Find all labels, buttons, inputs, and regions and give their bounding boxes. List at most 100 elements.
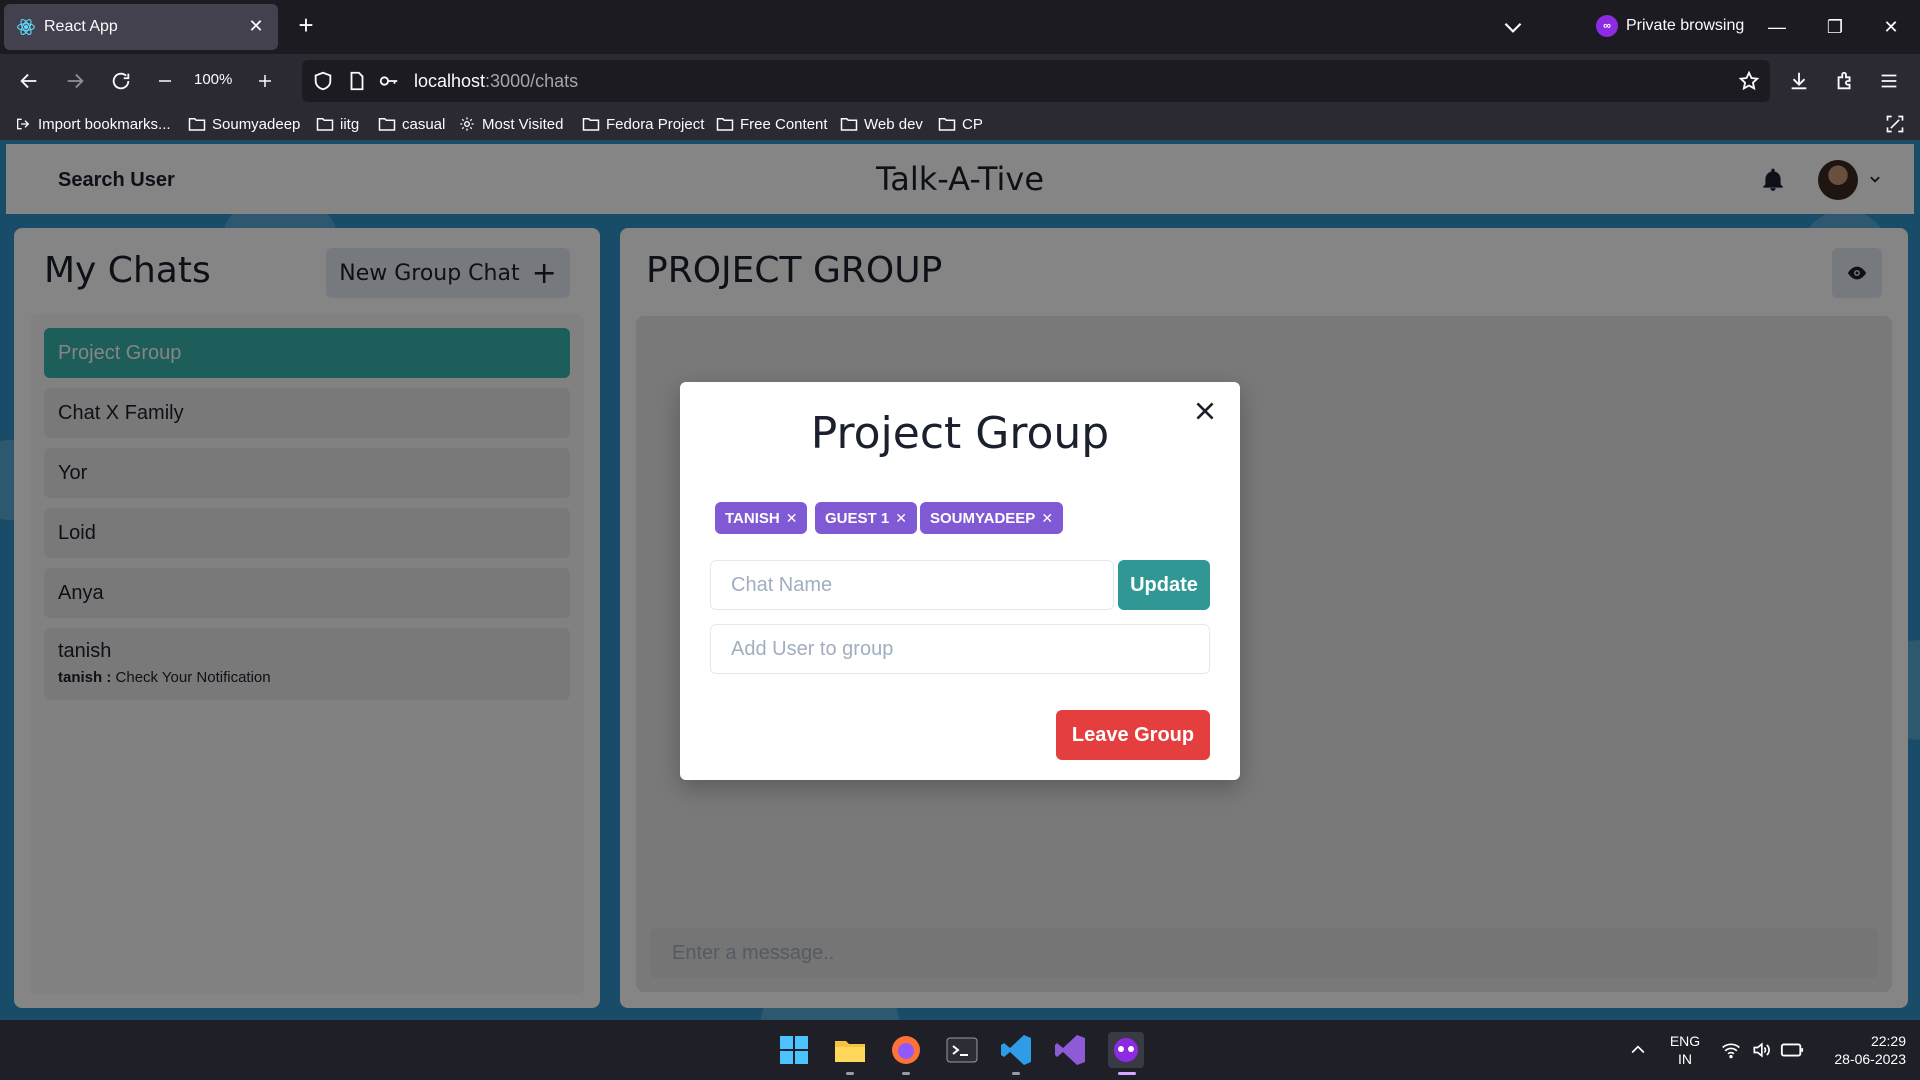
bookmark-label: Fedora Project	[606, 115, 705, 133]
firefox-private-icon[interactable]	[1108, 1032, 1144, 1068]
bookmarks-bar: Import bookmarks... Soumyadeep iitg casu…	[0, 108, 1920, 140]
browser-tabbar: React App ✕ + ∞ Private browsing — ❐ ✕	[0, 0, 1920, 54]
menu-button[interactable]	[1874, 66, 1904, 96]
zoom-in-button[interactable]	[250, 66, 280, 96]
folder-icon	[378, 118, 396, 131]
bookmark-folder[interactable]: CP	[938, 114, 983, 134]
remove-member-icon[interactable]: ✕	[786, 510, 798, 527]
active-indicator	[1118, 1072, 1136, 1075]
url-bar[interactable]: localhost:3000/chats	[302, 60, 1770, 102]
os-taskbar: ENG IN 22:29 28-06-2023	[0, 1020, 1920, 1080]
private-mask-icon: ∞	[1596, 15, 1618, 37]
bookmark-label: CP	[962, 115, 983, 133]
running-indicator	[1012, 1072, 1020, 1075]
back-arrow-icon	[20, 73, 37, 89]
browser-tab[interactable]: React App ✕	[4, 4, 278, 50]
forward-button[interactable]	[60, 66, 90, 96]
region-code: IN	[1678, 1051, 1692, 1067]
key-icon[interactable]	[378, 70, 400, 92]
url-path: :3000/chats	[485, 71, 579, 91]
close-tab-icon[interactable]: ✕	[246, 16, 266, 36]
reload-button[interactable]	[106, 66, 136, 96]
tab-title: React App	[44, 18, 118, 35]
language-indicator[interactable]: ENG IN	[1664, 1032, 1706, 1068]
gear-icon	[460, 117, 474, 131]
bookmark-folder[interactable]: Most Visited	[458, 114, 563, 134]
modal-title: Project Group	[810, 408, 1110, 459]
vscode-icon[interactable]	[998, 1032, 1034, 1068]
private-browsing-label: Private browsing	[1626, 17, 1745, 34]
folder-icon	[582, 118, 600, 131]
leave-group-button[interactable]: Leave Group	[1056, 710, 1210, 760]
minus-icon	[159, 80, 171, 82]
member-badge-guest-1[interactable]: GUEST 1 ✕	[815, 502, 917, 534]
member-badge-soumyadeep[interactable]: SOUMYADEEP ✕	[920, 502, 1064, 534]
clock[interactable]: 22:29 28-06-2023	[1816, 1032, 1906, 1068]
zoom-level[interactable]: 100%	[194, 71, 232, 88]
folder-icon	[938, 118, 956, 131]
screenshot-icon[interactable]	[1884, 114, 1906, 134]
star-icon[interactable]	[1738, 70, 1760, 92]
chevron-down-icon[interactable]	[1500, 14, 1526, 40]
folder-icon	[316, 118, 334, 131]
bookmark-folder[interactable]: Soumyadeep	[188, 114, 300, 134]
group-settings-modal: Project Group TANISH ✕ GUEST 1 ✕ SOUMYADEE…	[680, 382, 1240, 780]
bookmark-label: iitg	[340, 115, 360, 133]
bookmark-label: Free Content	[740, 115, 828, 133]
folder-icon	[188, 118, 206, 131]
bookmark-folder[interactable]: Web dev	[840, 114, 923, 134]
clock-time: 22:29	[1870, 1033, 1906, 1049]
plus-icon	[259, 75, 271, 87]
bookmark-label: Web dev	[864, 115, 923, 133]
bookmark-label: Import bookmarks...	[38, 115, 171, 133]
forward-arrow-icon	[67, 73, 84, 89]
puzzle-icon	[1837, 71, 1851, 90]
folder-icon	[840, 118, 858, 131]
react-icon	[17, 19, 35, 35]
language-code: ENG	[1669, 1033, 1701, 1049]
folder-icon	[716, 118, 734, 131]
visual-studio-icon[interactable]	[1052, 1032, 1088, 1068]
bookmark-import[interactable]: Import bookmarks...	[14, 114, 171, 134]
bookmark-folder[interactable]: casual	[378, 114, 445, 134]
bookmark-folder[interactable]: Fedora Project	[582, 114, 704, 134]
bookmark-folder[interactable]: iitg	[316, 114, 359, 134]
firefox-icon[interactable]	[888, 1032, 924, 1068]
window-close-icon[interactable]: ✕	[1876, 12, 1906, 42]
url-text[interactable]: localhost:3000/chats	[414, 71, 578, 92]
file-explorer-icon[interactable]	[832, 1032, 868, 1068]
close-icon[interactable]	[1192, 398, 1218, 424]
clock-date: 28-06-2023	[1834, 1051, 1906, 1067]
reload-icon	[112, 72, 130, 90]
minimize-icon[interactable]: —	[1762, 12, 1792, 42]
update-button[interactable]: Update	[1118, 560, 1210, 610]
url-host: localhost	[414, 71, 486, 91]
page-icon[interactable]	[346, 70, 368, 92]
terminal-icon[interactable]	[944, 1032, 980, 1068]
wifi-icon[interactable]	[1720, 1040, 1742, 1060]
add-user-input[interactable]	[710, 624, 1210, 674]
shield-icon[interactable]	[312, 70, 334, 92]
member-name: SOUMYADEEP	[930, 509, 1036, 527]
private-browsing-indicator: ∞ Private browsing	[1596, 15, 1744, 37]
windows-start-icon[interactable]	[776, 1032, 812, 1068]
downloads-button[interactable]	[1784, 66, 1814, 96]
import-icon	[17, 118, 30, 130]
extensions-button[interactable]	[1830, 66, 1860, 96]
member-name: GUEST 1	[825, 509, 890, 527]
volume-icon[interactable]	[1750, 1040, 1772, 1060]
member-name: TANISH	[725, 509, 780, 527]
new-tab-button[interactable]: +	[292, 12, 320, 40]
chat-name-input[interactable]	[710, 560, 1114, 610]
running-indicator	[902, 1072, 910, 1075]
chevron-up-icon[interactable]	[1628, 1040, 1648, 1060]
remove-member-icon[interactable]: ✕	[895, 510, 907, 527]
remove-member-icon[interactable]: ✕	[1041, 510, 1053, 527]
battery-icon[interactable]	[1780, 1040, 1804, 1060]
member-badge-tanish[interactable]: TANISH ✕	[715, 502, 808, 534]
back-button[interactable]	[14, 66, 44, 96]
bookmark-folder[interactable]: Free Content	[716, 114, 828, 134]
restore-icon[interactable]: ❐	[1820, 12, 1850, 42]
zoom-out-button[interactable]	[150, 66, 180, 96]
bookmark-label: casual	[402, 115, 446, 133]
